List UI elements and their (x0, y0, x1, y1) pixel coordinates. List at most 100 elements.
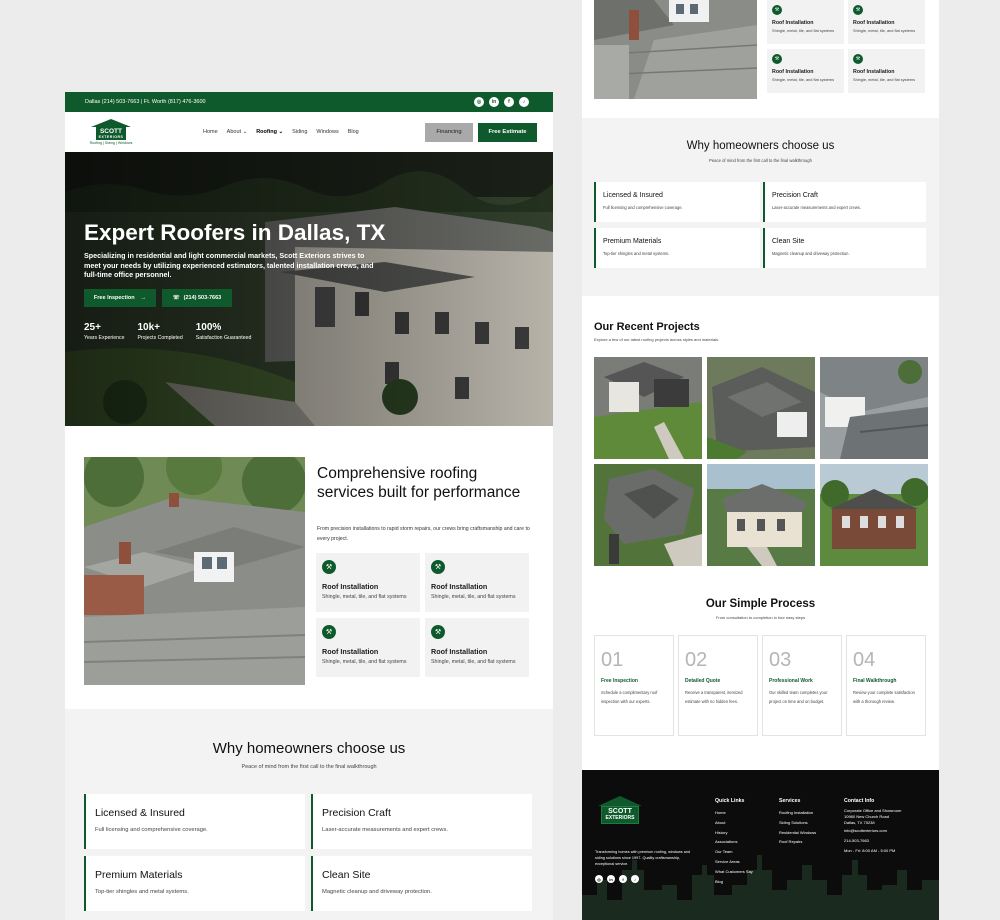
nav-item-siding[interactable]: Siding (292, 129, 307, 135)
project-photo[interactable] (707, 357, 815, 459)
project-photo[interactable] (820, 357, 928, 459)
service-title: Roof Installation (853, 69, 895, 75)
nav-menu: Home About ⌄ Roofing ⌄ Siding Windows Bl… (203, 129, 359, 135)
service-card[interactable]: ⚒ Roof Installation Shingle, metal, tile, … (316, 618, 420, 677)
feature-title: Premium Materials (603, 238, 662, 245)
footer-link[interactable]: Service Areas (715, 857, 753, 867)
projects-section: Our Recent Projects Explore a few of our… (582, 296, 939, 581)
project-photo[interactable] (707, 464, 815, 566)
contact-email[interactable]: info@scottexteriors.com (844, 826, 901, 836)
roof-tools-icon: ⚒ (853, 54, 863, 64)
logo-tagline: Roofing | Siding | Windows (89, 141, 133, 145)
footer-logo[interactable]: SCOTT EXTERIORS (598, 796, 642, 824)
call-button[interactable]: ☏ (214) 503-7663 (162, 289, 232, 307)
services-title: Comprehensive roofing services built for… (317, 465, 521, 501)
service-card[interactable]: ⚒ Roof Installation Shingle, metal, tile, … (848, 0, 925, 44)
service-card[interactable]: ⚒ Roof Installation Shingle, metal, tile, … (425, 618, 529, 677)
footer-heading: Services (779, 798, 801, 804)
feature-card: Precision Craft Laser-accurate measuremen… (311, 794, 532, 849)
footer-link[interactable]: Blog (715, 877, 753, 887)
instagram-icon[interactable]: ◎ (474, 97, 484, 107)
project-photo[interactable] (820, 464, 928, 566)
why-section: Why homeowners choose us Peace of mind f… (65, 709, 553, 920)
project-photo[interactable] (594, 464, 702, 566)
service-title: Roof Installation (431, 582, 488, 591)
feature-title: Precision Craft (322, 807, 391, 819)
services-section: Comprehensive roofing services built for… (65, 426, 553, 709)
feature-card: Premium Materials Top-tier shingles and m… (594, 228, 760, 268)
instagram-icon[interactable]: ◎ (595, 875, 603, 883)
page-preview-continued: ⚒ Roof Installation Shingle, metal, tile, … (582, 0, 939, 920)
phone-icon: ☏ (172, 295, 180, 301)
chevron-down-icon: ⌄ (242, 129, 248, 135)
page-preview-main: Dallas (214) 503-7663 | Ft. Worth (817) … (65, 92, 553, 920)
roof-tools-icon: ⚒ (322, 625, 336, 639)
financing-button[interactable]: Financing (425, 122, 473, 142)
tiktok-icon[interactable]: ♪ (519, 97, 529, 107)
top-bar: Dallas (214) 503-7663 | Ft. Worth (817) … (65, 92, 553, 112)
logo-top: SCOTT (99, 128, 122, 135)
footer-link[interactable]: About (715, 818, 753, 828)
footer-link[interactable]: Our Team (715, 847, 753, 857)
service-card[interactable]: ⚒ Roof Installation Shingle, metal, tile, … (425, 553, 529, 612)
stat-item: 25+ Years Experience (84, 322, 124, 341)
service-card[interactable]: ⚒ Roof Installation Shingle, metal, tile, … (767, 49, 844, 93)
linkedin-icon[interactable]: in (489, 97, 499, 107)
service-card[interactable]: ⚒ Roof Installation Shingle, metal, tile, … (848, 49, 925, 93)
social-links: ◎ in f ♪ (474, 97, 529, 107)
logo-sub: EXTERIORS (605, 815, 635, 821)
footer-link[interactable]: Roof Repairs (779, 837, 816, 847)
footer-contact: Contact Info Corporate Office and Showro… (844, 797, 901, 855)
stat-label: Satisfaction Guaranteed (195, 335, 252, 341)
arrow-right-icon: → (140, 295, 147, 301)
project-gallery (594, 357, 928, 566)
free-inspection-label: Free Inspection (93, 295, 135, 301)
nav-item-roofing[interactable]: Roofing ⌄ (256, 129, 283, 135)
process-section: Our Simple Process From consultation to … (582, 581, 939, 770)
phone-numbers[interactable]: Dallas (214) 503-7663 | Ft. Worth (817) … (85, 99, 206, 105)
footer-link[interactable]: Roofing Installation (779, 808, 816, 818)
free-estimate-button[interactable]: Free Estimate (478, 122, 537, 142)
footer-link[interactable]: History (715, 828, 753, 838)
tiktok-icon[interactable]: ♪ (631, 875, 639, 883)
nav-item-windows[interactable]: Windows (316, 129, 338, 135)
service-subtitle: Shingle, metal, tile, and flat systems (853, 77, 916, 82)
nav-item-about-label: About (226, 129, 242, 135)
project-photo[interactable] (594, 357, 702, 459)
roof-photo (594, 0, 757, 99)
service-subtitle: Shingle, metal, tile, and flat systems (772, 77, 835, 82)
footer-link[interactable]: Associations (715, 837, 753, 847)
why-title: Why homeowners choose us (686, 140, 835, 152)
stat-number: 10k+ (137, 322, 160, 333)
facebook-icon[interactable]: f (504, 97, 514, 107)
footer-link[interactable]: Siding Solutions (779, 818, 816, 828)
logo-roof-icon (598, 796, 642, 806)
footer-link[interactable]: Residential Windows (779, 828, 816, 838)
roof-tools-icon: ⚒ (772, 54, 782, 64)
feature-text: Top-tier shingles and metal systems. (603, 251, 670, 256)
step-title: Detailed Quote (685, 678, 721, 684)
service-card[interactable]: ⚒ Roof Installation Shingle, metal, tile, … (767, 0, 844, 44)
feature-card: Licensed & Insured Full licensing and com… (594, 182, 760, 222)
footer-link[interactable]: Home (715, 808, 753, 818)
services-section-continued: ⚒ Roof Installation Shingle, metal, tile, … (582, 0, 939, 118)
nav-item-about[interactable]: About ⌄ (227, 129, 248, 135)
stat-number: 25+ (84, 322, 101, 333)
step-title: Final Walkthrough (853, 678, 897, 684)
feature-card: Licensed & Insured Full licensing and com… (84, 794, 305, 849)
service-card[interactable]: ⚒ Roof Installation Shingle, metal, tile, … (316, 553, 420, 612)
feature-text: Top-tier shingles and metal systems. (95, 889, 189, 895)
linkedin-icon[interactable]: in (607, 875, 615, 883)
nav-item-blog[interactable]: Blog (348, 129, 359, 135)
footer-services: Services Roofing Installation Siding Sol… (779, 797, 816, 847)
footer-link[interactable]: What Customers Say (715, 867, 753, 877)
feature-text: Full licensing and comprehensive coverag… (603, 205, 683, 210)
facebook-icon[interactable]: f (619, 875, 627, 883)
stat-label: Projects Completed (137, 335, 183, 341)
contact-phone[interactable]: 214-503-7663 (844, 836, 901, 846)
logo-sub: EXTERIORS (98, 135, 124, 139)
free-inspection-button[interactable]: Free Inspection → (84, 289, 156, 307)
nav-item-home[interactable]: Home (203, 129, 218, 135)
stat-item: 100% Satisfaction Guaranteed (196, 322, 252, 341)
site-logo[interactable]: SCOTT EXTERIORS Roofing | Siding | Window… (85, 119, 137, 145)
